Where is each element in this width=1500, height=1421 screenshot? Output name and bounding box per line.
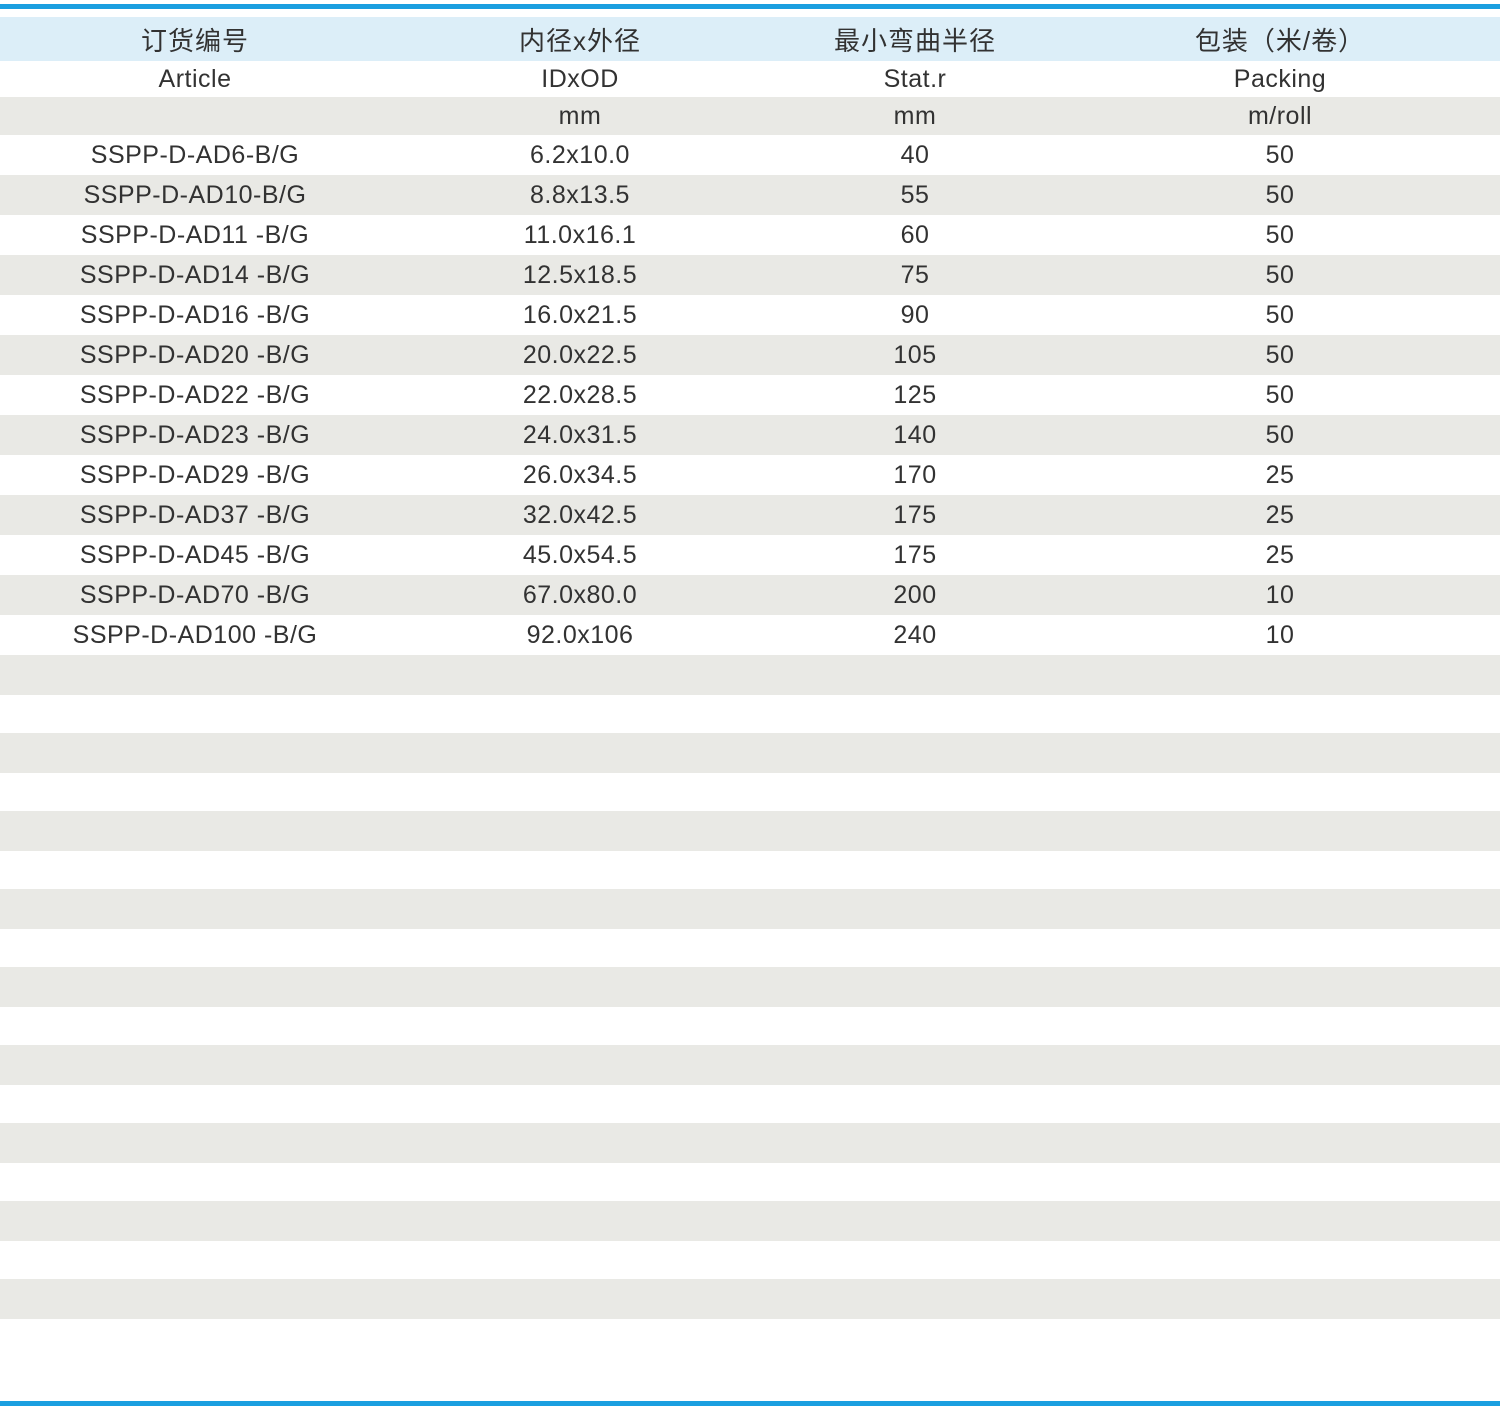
col-unit-article [0,97,390,135]
idod-cell: 11.0x16.1 [390,215,770,255]
col-unit-statr: mm [770,97,1060,135]
col-unit-packing: m/roll [1060,97,1500,135]
empty-stripe [0,967,1500,1007]
packing-cell: 50 [1060,255,1500,295]
idod-cell: 45.0x54.5 [390,535,770,575]
empty-stripe [0,655,1500,695]
header-row-chinese: 订货编号 内径x外径 最小弯曲半径 包装（米/卷） [0,17,1500,61]
article-cell: SSPP-D-AD14 -B/G [0,255,390,295]
col-header-statr-en: Stat.r [770,61,1060,97]
table-row: SSPP-D-AD22 -B/G 22.0x28.5 125 50 [0,375,1500,415]
col-header-idod-en: IDxOD [390,61,770,97]
statr-cell: 75 [770,255,1060,295]
article-cell: SSPP-D-AD70 -B/G [0,575,390,615]
packing-cell: 10 [1060,615,1500,655]
empty-stripe [0,889,1500,929]
article-cell: SSPP-D-AD20 -B/G [0,335,390,375]
col-header-article-cn: 订货编号 [0,17,390,61]
article-cell: SSPP-D-AD22 -B/G [0,375,390,415]
article-cell: SSPP-D-AD16 -B/G [0,295,390,335]
table-header: 订货编号 内径x外径 最小弯曲半径 包装（米/卷） Article IDxOD … [0,17,1500,135]
packing-cell: 25 [1060,495,1500,535]
idod-cell: 8.8x13.5 [390,175,770,215]
statr-cell: 90 [770,295,1060,335]
col-header-packing-cn: 包装（米/卷） [1060,17,1500,61]
idod-cell: 24.0x31.5 [390,415,770,455]
page: 订货编号 内径x外径 最小弯曲半径 包装（米/卷） Article IDxOD … [0,4,1500,1406]
table-row: SSPP-D-AD23 -B/G 24.0x31.5 140 50 [0,415,1500,455]
header-row-units: mm mm m/roll [0,97,1500,135]
empty-stripe [0,1045,1500,1085]
statr-cell: 55 [770,175,1060,215]
col-unit-idod: mm [390,97,770,135]
article-cell: SSPP-D-AD45 -B/G [0,535,390,575]
table-row: SSPP-D-AD45 -B/G 45.0x54.5 175 25 [0,535,1500,575]
statr-cell: 140 [770,415,1060,455]
packing-cell: 50 [1060,295,1500,335]
col-header-idod-cn: 内径x外径 [390,17,770,61]
article-cell: SSPP-D-AD6-B/G [0,135,390,175]
packing-cell: 50 [1060,135,1500,175]
statr-cell: 125 [770,375,1060,415]
statr-cell: 60 [770,215,1060,255]
header-row-english: Article IDxOD Stat.r Packing [0,61,1500,97]
statr-cell: 175 [770,535,1060,575]
article-cell: SSPP-D-AD100 -B/G [0,615,390,655]
empty-stripe [0,1123,1500,1163]
table-row: SSPP-D-AD20 -B/G 20.0x22.5 105 50 [0,335,1500,375]
col-header-packing-en: Packing [1060,61,1500,97]
table-row: SSPP-D-AD10-B/G 8.8x13.5 55 50 [0,175,1500,215]
article-cell: SSPP-D-AD23 -B/G [0,415,390,455]
empty-stripe [0,811,1500,851]
table-row: SSPP-D-AD11 -B/G 11.0x16.1 60 50 [0,215,1500,255]
idod-cell: 16.0x21.5 [390,295,770,335]
article-cell: SSPP-D-AD37 -B/G [0,495,390,535]
idod-cell: 6.2x10.0 [390,135,770,175]
bottom-accent-bar [0,1401,1500,1406]
table-body: SSPP-D-AD6-B/G 6.2x10.0 40 50 SSPP-D-AD1… [0,135,1500,655]
table-row: SSPP-D-AD29 -B/G 26.0x34.5 170 25 [0,455,1500,495]
packing-cell: 25 [1060,455,1500,495]
idod-cell: 32.0x42.5 [390,495,770,535]
statr-cell: 240 [770,615,1060,655]
idod-cell: 26.0x34.5 [390,455,770,495]
table-row: SSPP-D-AD6-B/G 6.2x10.0 40 50 [0,135,1500,175]
packing-cell: 25 [1060,535,1500,575]
empty-striped-rows [0,655,1500,1319]
statr-cell: 40 [770,135,1060,175]
article-cell: SSPP-D-AD11 -B/G [0,215,390,255]
packing-cell: 50 [1060,215,1500,255]
table-row: SSPP-D-AD37 -B/G 32.0x42.5 175 25 [0,495,1500,535]
article-cell: SSPP-D-AD10-B/G [0,175,390,215]
col-header-statr-cn: 最小弯曲半径 [770,17,1060,61]
table-row: SSPP-D-AD70 -B/G 67.0x80.0 200 10 [0,575,1500,615]
table-row: SSPP-D-AD16 -B/G 16.0x21.5 90 50 [0,295,1500,335]
empty-stripe [0,1201,1500,1241]
table-row: SSPP-D-AD100 -B/G 92.0x106 240 10 [0,615,1500,655]
statr-cell: 200 [770,575,1060,615]
packing-cell: 50 [1060,335,1500,375]
empty-stripe [0,1279,1500,1319]
idod-cell: 20.0x22.5 [390,335,770,375]
idod-cell: 22.0x28.5 [390,375,770,415]
article-cell: SSPP-D-AD29 -B/G [0,455,390,495]
table-row: SSPP-D-AD14 -B/G 12.5x18.5 75 50 [0,255,1500,295]
col-header-article-en: Article [0,61,390,97]
top-accent-bar [0,4,1500,9]
packing-cell: 10 [1060,575,1500,615]
statr-cell: 175 [770,495,1060,535]
packing-cell: 50 [1060,375,1500,415]
idod-cell: 12.5x18.5 [390,255,770,295]
product-spec-table: 订货编号 内径x外径 最小弯曲半径 包装（米/卷） Article IDxOD … [0,17,1500,655]
idod-cell: 67.0x80.0 [390,575,770,615]
packing-cell: 50 [1060,175,1500,215]
idod-cell: 92.0x106 [390,615,770,655]
packing-cell: 50 [1060,415,1500,455]
statr-cell: 170 [770,455,1060,495]
empty-stripe [0,733,1500,773]
statr-cell: 105 [770,335,1060,375]
